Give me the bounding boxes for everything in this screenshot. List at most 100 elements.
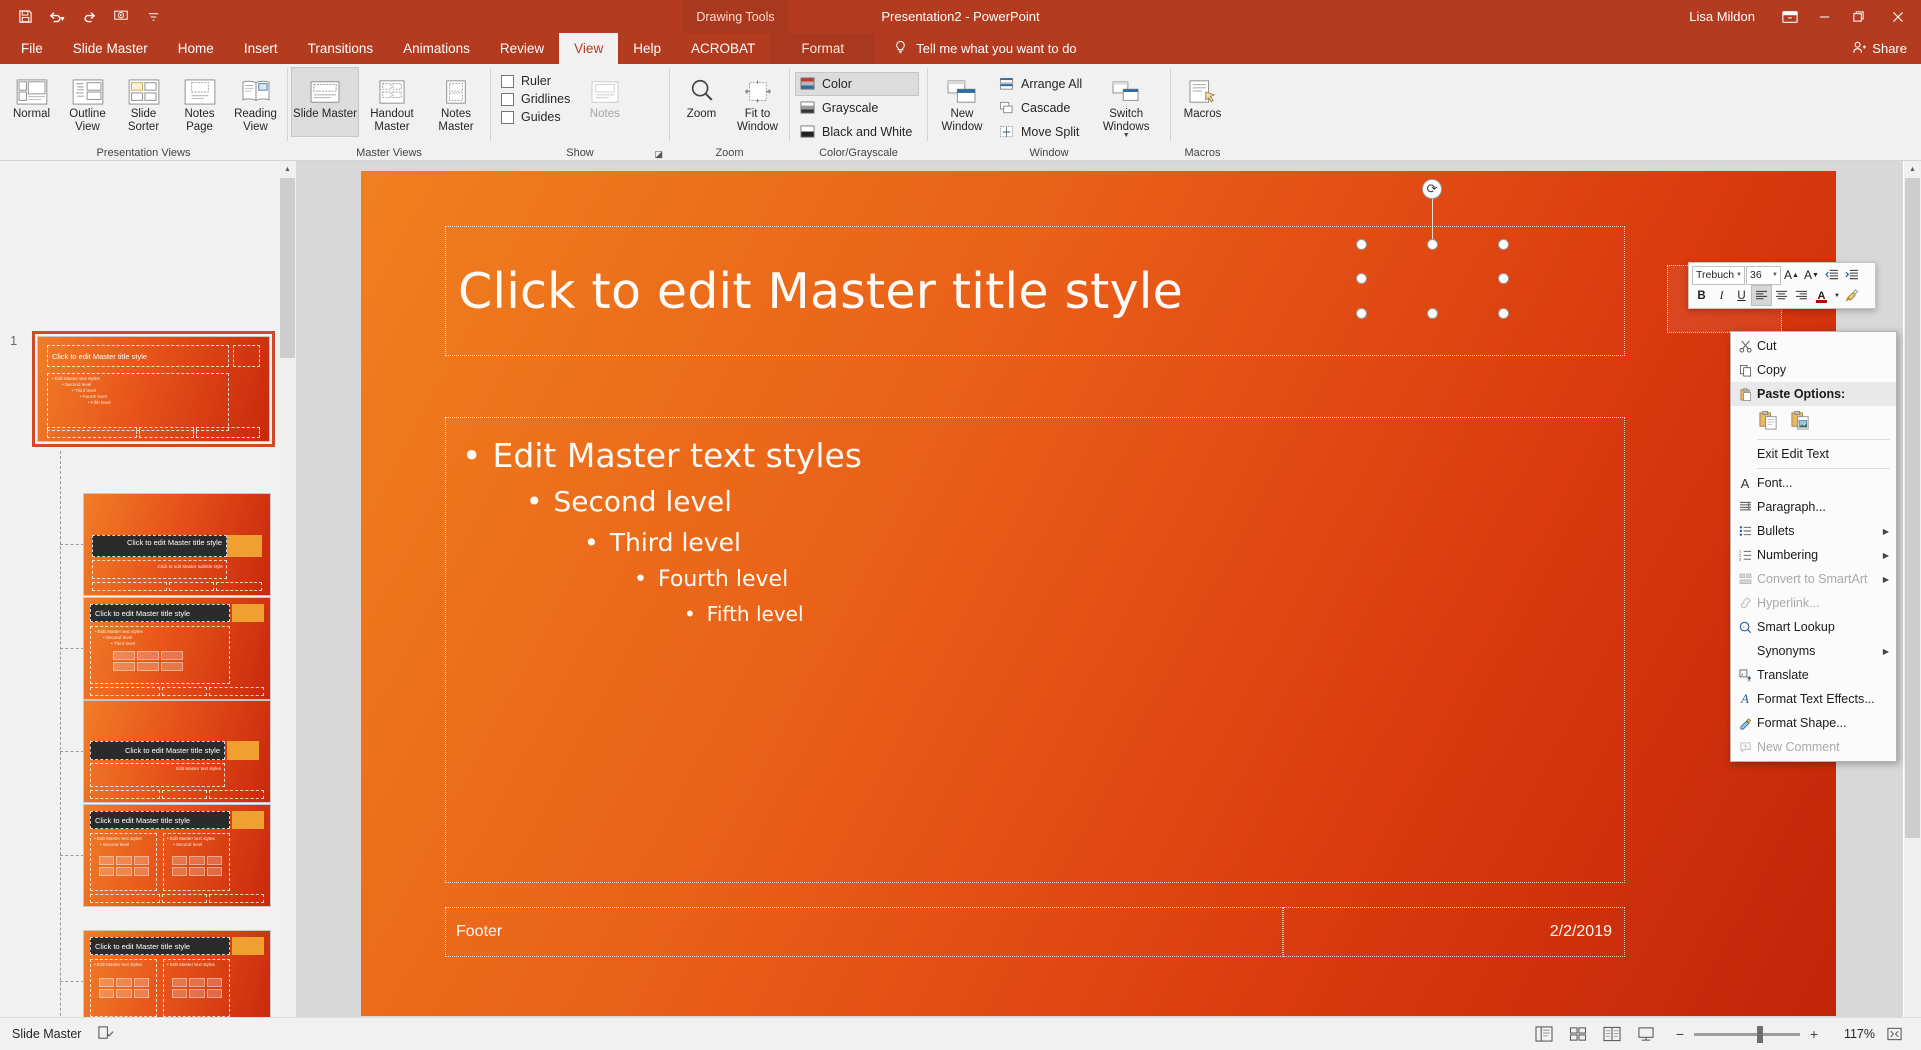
slide-thumbnail-pane[interactable]: 1 Click to edit Master title style • Edi… [0, 161, 296, 1034]
save-icon[interactable] [10, 3, 40, 31]
format-painter-icon[interactable] [1843, 286, 1862, 305]
switch-windows-button[interactable]: Switch Windows ▼ [1093, 68, 1159, 139]
tab-help[interactable]: Help [618, 33, 676, 64]
restore-icon[interactable] [1841, 0, 1875, 33]
tab-view[interactable]: View [559, 33, 619, 64]
slide-sorter-button[interactable]: Slide Sorter [116, 68, 171, 136]
customize-qat-icon[interactable] [138, 3, 168, 31]
tell-me-box[interactable]: Tell me what you want to do [875, 33, 1077, 64]
slide-canvas[interactable]: Click to edit Master title style • Edit … [296, 161, 1903, 1034]
redo-icon[interactable] [74, 3, 104, 31]
outline-view-button[interactable]: Outline View [60, 68, 115, 136]
font-color-dropdown-icon[interactable]: ▼ [1832, 286, 1842, 305]
paste-picture-icon[interactable] [1789, 409, 1812, 432]
align-center-icon[interactable] [1772, 286, 1791, 305]
context-menu-item-numbering[interactable]: 123 Numbering ▶ [1731, 543, 1896, 567]
grow-font-button[interactable]: A ▲ [1782, 266, 1801, 285]
selection-handle-top-center[interactable] [1427, 239, 1438, 250]
zoom-slider[interactable]: − + [1665, 1025, 1829, 1043]
context-menu-item-paragraph[interactable]: Paragraph... [1731, 495, 1896, 519]
reading-view-button[interactable]: Reading View [228, 68, 283, 136]
notes-page-button[interactable]: Notes Page [172, 68, 227, 136]
title-and-content-layout-thumb[interactable]: Click to edit Master title style • Edit … [84, 598, 270, 699]
body-level-1[interactable]: • Edit Master text styles [462, 436, 1624, 475]
accessibility-checker-icon[interactable] [97, 1025, 114, 1044]
thumbnail-scrollbar[interactable]: ▲ ▼ [279, 161, 296, 1034]
fit-slide-icon[interactable] [1879, 1022, 1909, 1047]
context-menu-item-hyperlink[interactable]: Hyperlink... [1731, 591, 1896, 615]
context-menu-item-cut[interactable]: Cut [1731, 334, 1896, 358]
underline-button[interactable]: U [1732, 286, 1751, 305]
context-menu-item-exit-edit-text[interactable]: Exit Edit Text [1731, 442, 1896, 466]
handout-master-button[interactable]: Handout Master [359, 68, 425, 136]
font-size-combo[interactable]: 36 ▼ [1746, 265, 1781, 285]
tab-transitions[interactable]: Transitions [293, 33, 389, 64]
chevron-down-icon[interactable]: ▼ [1736, 272, 1742, 278]
tab-slide-master[interactable]: Slide Master [58, 33, 163, 64]
macros-button[interactable]: Macros [1175, 68, 1230, 136]
selection-handle-top-left[interactable] [1356, 239, 1367, 250]
title-placeholder[interactable]: Click to edit Master title style [445, 226, 1625, 356]
context-menu[interactable]: Cut Copy Paste Options: Exit Edit Text A… [1730, 331, 1897, 762]
scrollbar-thumb[interactable] [1905, 178, 1920, 838]
zoom-in-button[interactable]: + [1807, 1026, 1821, 1042]
normal-view-button[interactable]: Normal [4, 68, 59, 136]
body-placeholder[interactable]: • Edit Master text styles • Second level… [445, 417, 1625, 883]
body-level-2[interactable]: • Second level [526, 485, 1624, 518]
selection-handle-middle-left[interactable] [1356, 273, 1367, 284]
tab-review[interactable]: Review [485, 33, 559, 64]
slideshow-icon[interactable] [106, 3, 136, 31]
tab-acrobat[interactable]: ACROBAT [676, 33, 770, 64]
font-name-combo[interactable]: Trebuch ▼ [1692, 265, 1745, 285]
zoom-button[interactable]: Zoom [674, 68, 729, 136]
scrollbar-thumb[interactable] [280, 178, 295, 358]
zoom-out-button[interactable]: − [1673, 1026, 1687, 1042]
body-level-4[interactable]: • Fourth level [634, 567, 1624, 592]
undo-icon[interactable]: ▼ [42, 3, 72, 31]
slide-editing-surface[interactable]: Click to edit Master title style • Edit … [361, 171, 1836, 1016]
scroll-up-arrow[interactable]: ▲ [279, 161, 296, 178]
user-name[interactable]: Lisa Mildon [1689, 9, 1755, 24]
new-window-button[interactable]: New Window [932, 68, 992, 136]
slide-master-thumb[interactable]: Click to edit Master title style • Edit … [38, 337, 269, 441]
chevron-down-icon[interactable]: ▼ [1772, 272, 1778, 278]
rotation-handle[interactable]: ⟳ [1422, 179, 1442, 199]
body-level-5[interactable]: • Fifth level [684, 602, 1624, 626]
arrange-all-button[interactable]: Arrange All [995, 73, 1088, 95]
canvas-scrollbar[interactable]: ▲ ▼ [1904, 161, 1921, 1034]
ruler-checkbox[interactable]: Ruler [501, 74, 570, 88]
fit-to-window-button[interactable]: Fit to Window [730, 68, 785, 136]
dialog-launcher-icon[interactable]: ◪ [654, 149, 663, 160]
grayscale-option[interactable]: Grayscale [796, 97, 918, 119]
move-split-button[interactable]: Move Split [995, 121, 1088, 143]
color-option[interactable]: Color [794, 72, 920, 96]
selection-handle-middle-right[interactable] [1498, 273, 1509, 284]
gridlines-checkbox[interactable]: Gridlines [501, 92, 570, 106]
slide-sorter-button-status[interactable] [1563, 1022, 1593, 1047]
two-content-layout-thumb[interactable]: Click to edit Master title style • Edit … [84, 805, 270, 906]
date-placeholder[interactable]: 2/2/2019 [1283, 907, 1625, 957]
minimize-icon[interactable] [1807, 0, 1841, 33]
ribbon-display-options-icon[interactable] [1773, 0, 1807, 33]
tab-animations[interactable]: Animations [388, 33, 485, 64]
tab-insert[interactable]: Insert [229, 33, 293, 64]
normal-view-button-status[interactable] [1529, 1022, 1559, 1047]
context-menu-item-bullets[interactable]: Bullets ▶ [1731, 519, 1896, 543]
shrink-font-button[interactable]: A ▼ [1802, 266, 1821, 285]
notes-button[interactable]: Notes [577, 68, 632, 136]
mini-formatting-toolbar[interactable]: Trebuch ▼ 36 ▼ A ▲ A ▼ B I U A ▼ [1688, 262, 1876, 309]
context-menu-item-font[interactable]: A Font... [1731, 471, 1896, 495]
black-and-white-option[interactable]: Black and White [796, 121, 918, 143]
chevron-down-icon[interactable]: ▼ [59, 16, 66, 23]
selection-handle-top-right[interactable] [1498, 239, 1509, 250]
selection-handle-bottom-left[interactable] [1356, 308, 1367, 319]
context-menu-item-smart-lookup[interactable]: i Smart Lookup [1731, 615, 1896, 639]
close-icon[interactable] [1875, 0, 1921, 33]
context-menu-item-copy[interactable]: Copy [1731, 358, 1896, 382]
context-menu-item-convert-to-smartart[interactable]: Convert to SmartArt ▶ [1731, 567, 1896, 591]
slide-master-button[interactable]: Slide Master [291, 67, 359, 137]
decrease-indent-icon[interactable] [1822, 266, 1841, 285]
italic-button[interactable]: I [1712, 286, 1731, 305]
selection-handle-bottom-center[interactable] [1427, 308, 1438, 319]
font-color-button[interactable]: A [1812, 286, 1831, 305]
